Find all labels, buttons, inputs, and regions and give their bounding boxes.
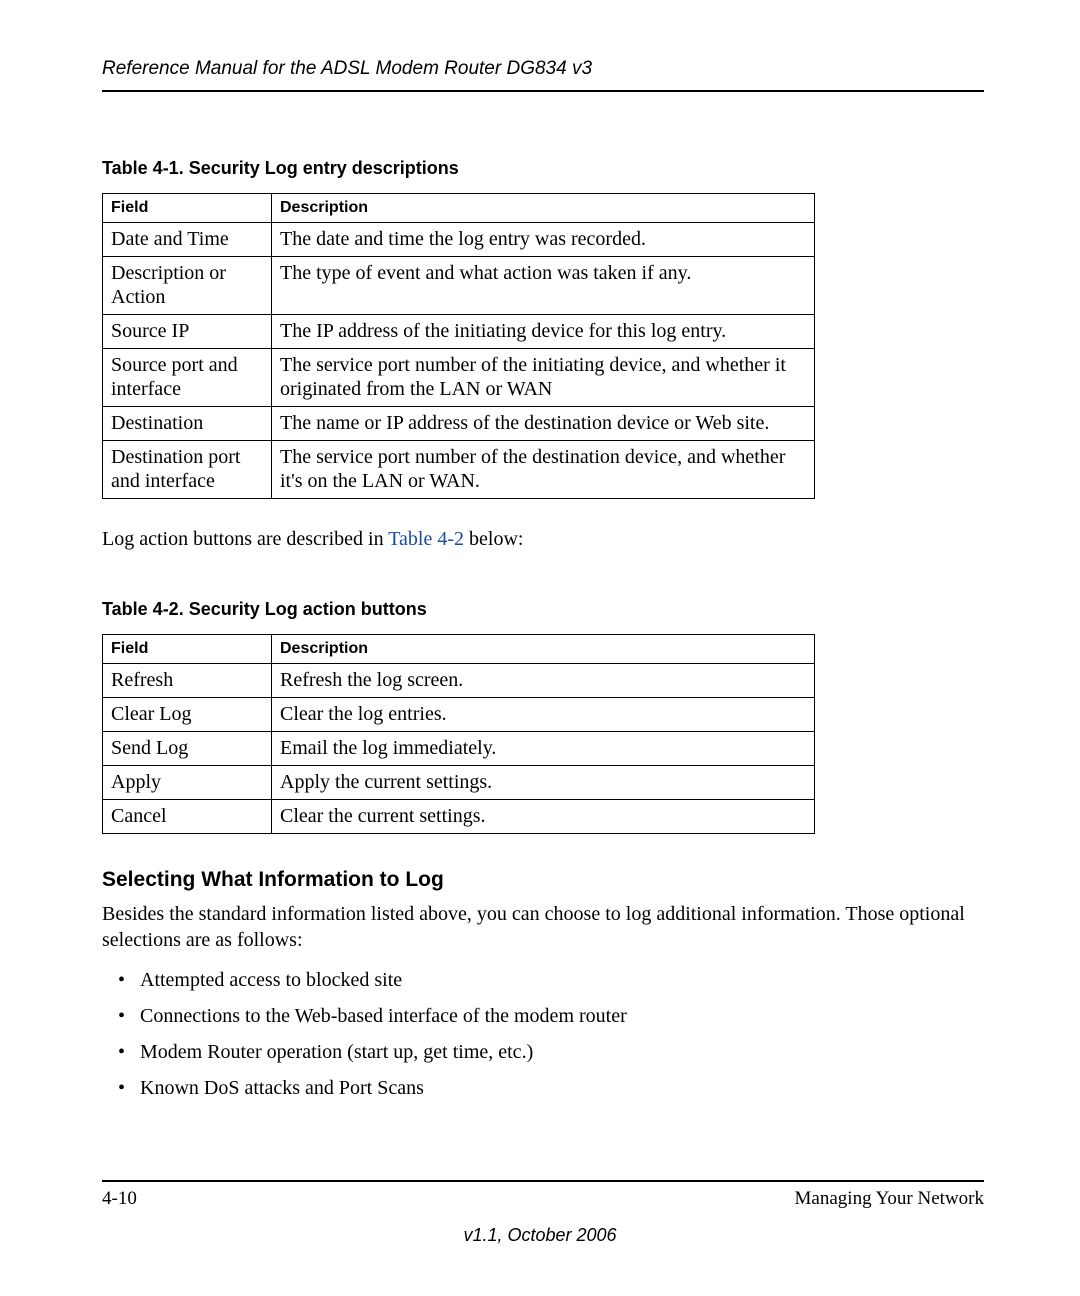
list-item: Attempted access to blocked site (140, 967, 984, 993)
table-row: DestinationThe name or IP address of the… (103, 407, 815, 441)
table2-head-field: Field (103, 634, 272, 663)
table-row: Destination port and interfaceThe servic… (103, 441, 815, 499)
cell-field: Destination (103, 407, 272, 441)
table-row: CancelClear the current settings. (103, 799, 815, 833)
cell-desc: The service port number of the initiatin… (272, 349, 815, 407)
table-row: Description or ActionThe type of event a… (103, 257, 815, 315)
page-number: 4-10 (102, 1188, 137, 1210)
cell-field: Description or Action (103, 257, 272, 315)
text-fragment: below: (464, 528, 523, 550)
cell-field: Date and Time (103, 223, 272, 257)
table-security-log-actions: Field Description RefreshRefresh the log… (102, 634, 815, 834)
section-paragraph: Besides the standard information listed … (102, 902, 984, 953)
xref-link[interactable]: Table 4-2 (388, 528, 464, 550)
cell-field: Source IP (103, 315, 272, 349)
cell-desc: The name or IP address of the destinatio… (272, 407, 815, 441)
list-item: Known DoS attacks and Port Scans (140, 1075, 984, 1101)
table-row: RefreshRefresh the log screen. (103, 663, 815, 697)
table-security-log-entries: Field Description Date and TimeThe date … (102, 193, 815, 499)
cell-field: Source port and interface (103, 349, 272, 407)
options-list: Attempted access to blocked site Connect… (102, 967, 984, 1101)
table-row: Clear LogClear the log entries. (103, 697, 815, 731)
table2-caption: Table 4-2. Security Log action buttons (102, 599, 984, 620)
table1-head-description: Description (272, 194, 815, 223)
cell-desc: Refresh the log screen. (272, 663, 815, 697)
cell-field: Send Log (103, 731, 272, 765)
version-line: v1.1, October 2006 (0, 1225, 1080, 1246)
cell-desc: Email the log immediately. (272, 731, 815, 765)
page-footer: 4-10 Managing Your Network (102, 1180, 984, 1210)
cell-desc: The date and time the log entry was reco… (272, 223, 815, 257)
cell-field: Destination port and interface (103, 441, 272, 499)
table2-head-description: Description (272, 634, 815, 663)
table1-caption: Table 4-1. Security Log entry descriptio… (102, 158, 984, 179)
cell-field: Apply (103, 765, 272, 799)
cell-desc: Clear the log entries. (272, 697, 815, 731)
cell-desc: Clear the current settings. (272, 799, 815, 833)
table-row: Source IPThe IP address of the initiatin… (103, 315, 815, 349)
list-item: Modem Router operation (start up, get ti… (140, 1039, 984, 1065)
running-header: Reference Manual for the ADSL Modem Rout… (102, 58, 984, 92)
section-heading: Selecting What Information to Log (102, 868, 984, 892)
list-item: Connections to the Web-based interface o… (140, 1003, 984, 1029)
cell-field: Cancel (103, 799, 272, 833)
table-row: ApplyApply the current settings. (103, 765, 815, 799)
cell-field: Clear Log (103, 697, 272, 731)
table-row: Date and TimeThe date and time the log e… (103, 223, 815, 257)
cell-desc: The service port number of the destinati… (272, 441, 815, 499)
table1-head-field: Field (103, 194, 272, 223)
chapter-title: Managing Your Network (795, 1188, 984, 1210)
cell-field: Refresh (103, 663, 272, 697)
table-row: Send LogEmail the log immediately. (103, 731, 815, 765)
cell-desc: Apply the current settings. (272, 765, 815, 799)
cell-desc: The type of event and what action was ta… (272, 257, 815, 315)
text-fragment: Log action buttons are described in (102, 528, 388, 550)
body-paragraph: Log action buttons are described in Tabl… (102, 527, 984, 553)
table-row: Source port and interfaceThe service por… (103, 349, 815, 407)
cell-desc: The IP address of the initiating device … (272, 315, 815, 349)
